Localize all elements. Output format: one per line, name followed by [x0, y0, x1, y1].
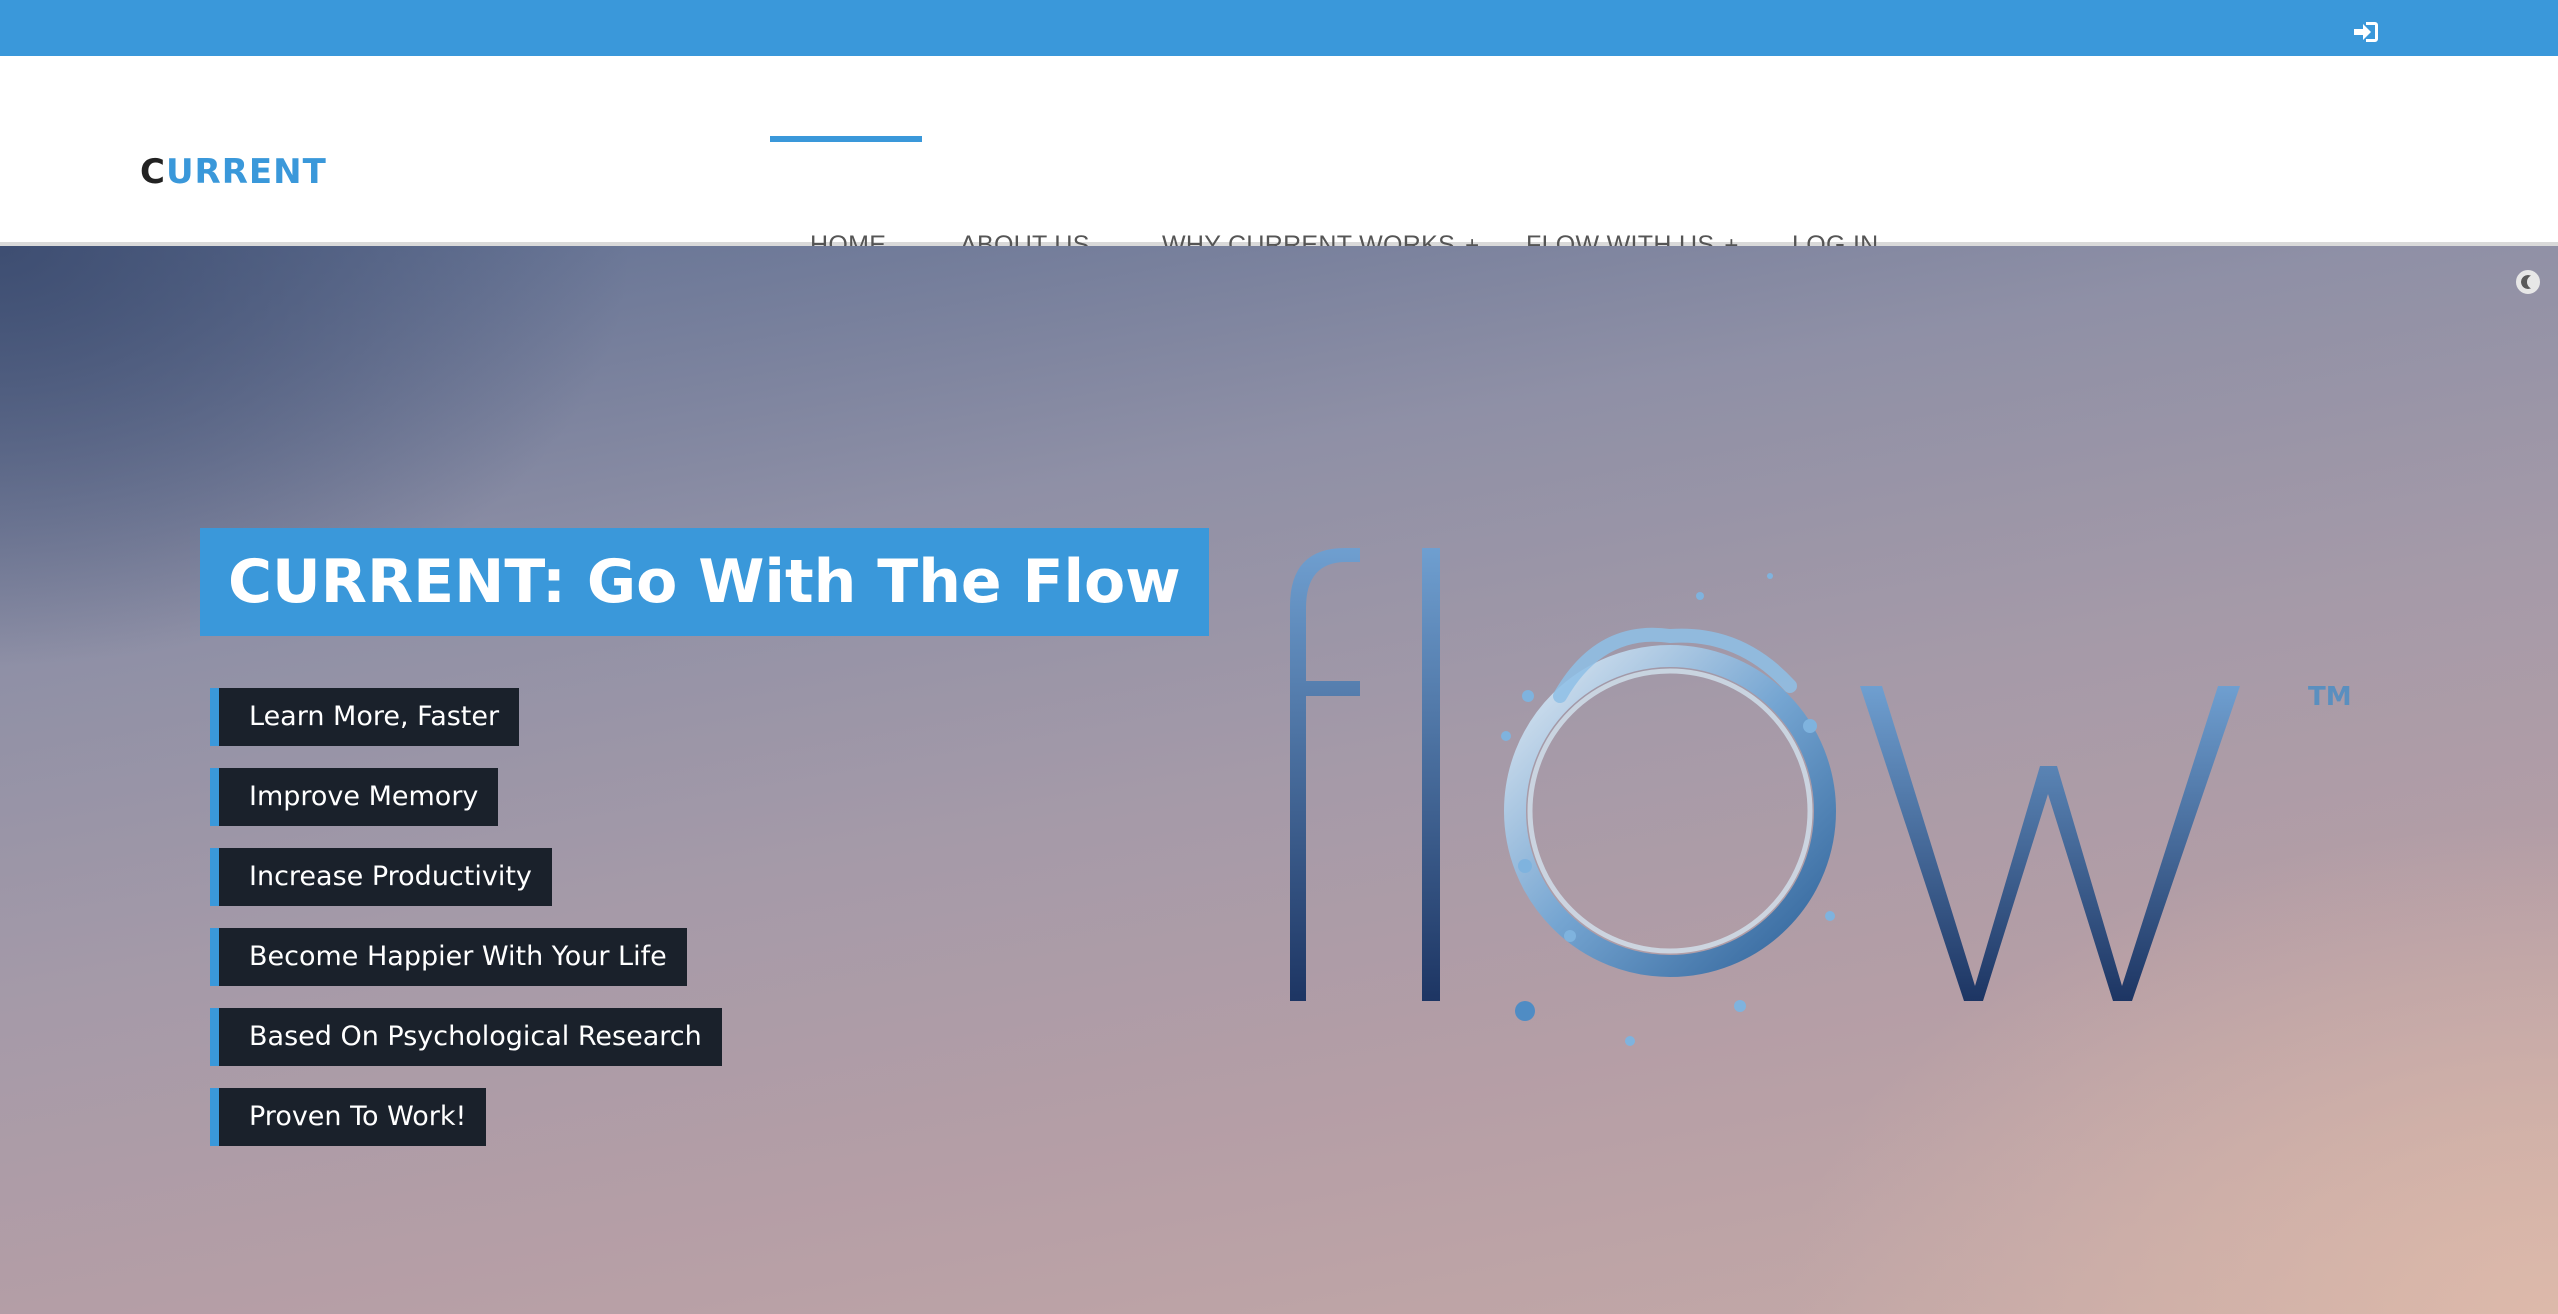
active-indicator	[770, 136, 922, 142]
hero-headline: CURRENT: Go With The Flow	[200, 528, 1209, 636]
water-ring	[1501, 573, 1836, 1046]
nav-flow-with-us[interactable]: FLOW WITH US+	[1526, 136, 1739, 259]
feature-item: Improve Memory	[210, 768, 499, 826]
top-utility-bar	[0, 0, 2558, 56]
logo-first-letter: C	[140, 152, 166, 192]
site-logo[interactable]: CURRENT	[140, 152, 327, 192]
feature-item: Learn More, Faster	[210, 688, 520, 746]
feature-item: Increase Productivity	[210, 848, 552, 906]
logo-rest: URRENT	[165, 152, 327, 192]
hero-slider: CURRENT: Go With The Flow Learn More, Fa…	[0, 246, 2558, 1314]
nav-about-us[interactable]: ABOUT US	[960, 136, 1090, 259]
trademark-mark: TM	[2308, 682, 2352, 712]
site-header: CURRENT HOME ABOUT US WHY CURRENT WORKS+…	[0, 56, 2558, 259]
feature-item: Become Happier With Your Life	[210, 928, 687, 986]
nav-log-in[interactable]: LOG IN	[1792, 136, 1879, 259]
slider-pagination-dot[interactable]	[2516, 270, 2540, 294]
nav-home[interactable]: HOME	[770, 136, 922, 259]
feature-item: Proven To Work!	[210, 1088, 487, 1146]
flow-logo-image	[1290, 548, 2240, 1046]
feature-item: Based On Psychological Research	[210, 1008, 722, 1066]
sign-in-icon[interactable]	[2352, 18, 2380, 46]
nav-why-current-works[interactable]: WHY CURRENT WORKS+	[1162, 136, 1479, 259]
